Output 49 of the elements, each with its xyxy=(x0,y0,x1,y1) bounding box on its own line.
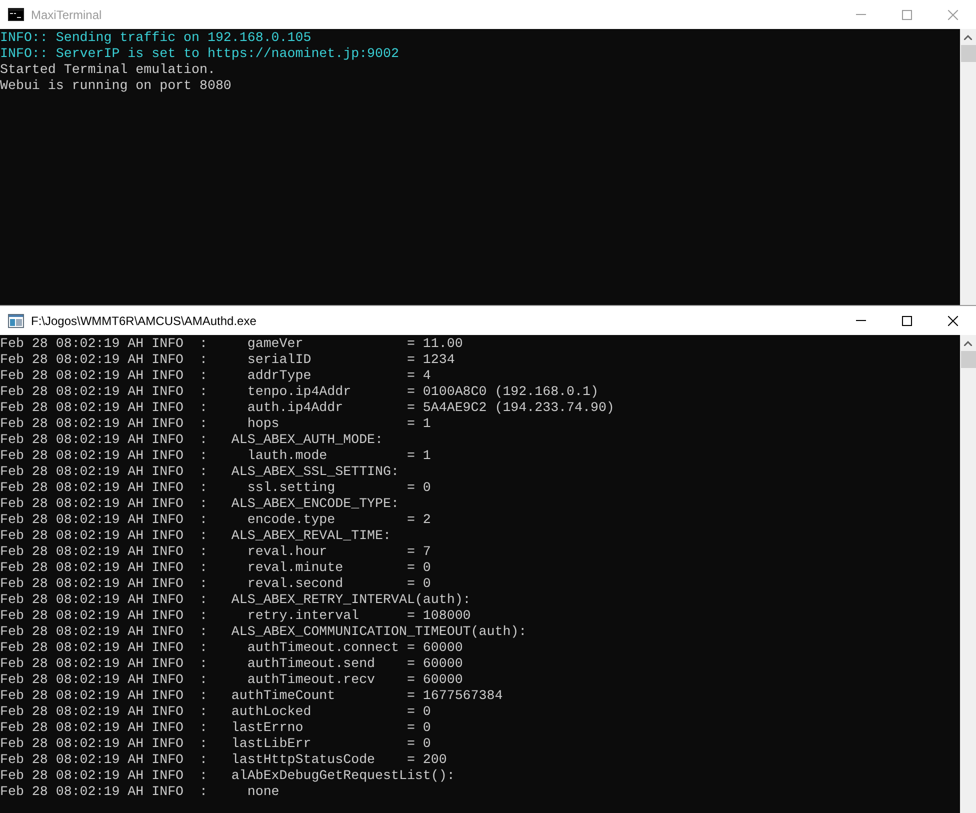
console-line: INFO:: ServerIP is set to https://naominet.jp:9002 xyxy=(0,46,399,62)
close-icon xyxy=(948,316,958,326)
console-line: Feb 28 08:02:19 AH INFO : reval.second = 0 xyxy=(0,576,431,592)
console-line: Started Terminal emulation. xyxy=(0,62,216,78)
console-icon xyxy=(8,8,24,21)
console-line: Feb 28 08:02:19 AH INFO : ALS_ABEX_ENCODE_TYPE: xyxy=(0,496,399,512)
console-line: Feb 28 08:02:19 AH INFO : gameVer = 11.00 xyxy=(0,336,463,352)
maximize-icon xyxy=(902,10,912,20)
console-line: Feb 28 08:02:19 AH INFO : auth.ip4Addr = 5A4AE9C2 (194.233.74.90) xyxy=(0,400,614,416)
console-line: Feb 28 08:02:19 AH INFO : lastLibErr = 0 xyxy=(0,736,431,752)
console-line: Feb 28 08:02:19 AH INFO : authLocked = 0 xyxy=(0,704,431,720)
console-line: Feb 28 08:02:19 AH INFO : lastErrno = 0 xyxy=(0,720,431,736)
console-line: Feb 28 08:02:19 AH INFO : authTimeout.send = 60000 xyxy=(0,656,463,672)
console-line: Feb 28 08:02:19 AH INFO : none xyxy=(0,784,280,800)
minimize-icon xyxy=(856,320,866,321)
console-line: Feb 28 08:02:19 AH INFO : authTimeCount = 1677567384 xyxy=(0,688,503,704)
console-line: Feb 28 08:02:19 AH INFO : lastHttpStatusCode = 200 xyxy=(0,752,447,768)
scrollbar[interactable] xyxy=(960,335,976,813)
scrollbar[interactable] xyxy=(960,29,976,305)
console-line: Feb 28 08:02:19 AH INFO : authTimeout.recv = 60000 xyxy=(0,672,463,688)
console-line: Webui is running on port 8080 xyxy=(0,78,232,94)
scrollbar-thumb[interactable] xyxy=(960,351,976,368)
app-window-icon xyxy=(8,314,24,328)
console-line: INFO:: Sending traffic on 192.168.0.105 xyxy=(0,30,312,46)
console-line: Feb 28 08:02:19 AH INFO : serialID = 1234 xyxy=(0,352,455,368)
console-line: Feb 28 08:02:19 AH INFO : encode.type = 2 xyxy=(0,512,431,528)
window-title: F:\Jogos\WMMT6R\AMCUS\AMAuthd.exe xyxy=(31,312,256,330)
console-line: Feb 28 08:02:19 AH INFO : ALS_ABEX_REVAL_TIME: xyxy=(0,528,391,544)
console-line: Feb 28 08:02:19 AH INFO : hops = 1 xyxy=(0,416,431,432)
scroll-up-icon[interactable] xyxy=(964,341,972,346)
console-line: Feb 28 08:02:19 AH INFO : ALS_ABEX_AUTH_MODE: xyxy=(0,432,384,448)
console-line: Feb 28 08:02:19 AH INFO : retry.interval = 108000 xyxy=(0,608,471,624)
maximize-icon xyxy=(902,316,912,326)
console-line: Feb 28 08:02:19 AH INFO : ALS_ABEX_RETRY_INTERVAL(auth): xyxy=(0,592,471,608)
console-line: Feb 28 08:02:19 AH INFO : authTimeout.connect = 60000 xyxy=(0,640,463,656)
console-line: Feb 28 08:02:19 AH INFO : tenpo.ip4Addr = 0100A8C0 (192.168.0.1) xyxy=(0,384,598,400)
close-icon xyxy=(948,10,958,20)
scrollbar-thumb[interactable] xyxy=(960,45,976,62)
console-line: Feb 28 08:02:19 AH INFO : reval.hour = 7 xyxy=(0,544,431,560)
console-line: Feb 28 08:02:19 AH INFO : addrType = 4 xyxy=(0,368,431,384)
console-line: Feb 28 08:02:19 AH INFO : reval.minute = 0 xyxy=(0,560,431,576)
scroll-up-icon[interactable] xyxy=(964,35,972,40)
console-line: Feb 28 08:02:19 AH INFO : ssl.setting = 0 xyxy=(0,480,431,496)
console-line: Feb 28 08:02:19 AH INFO : ALS_ABEX_SSL_SETTING: xyxy=(0,464,399,480)
console-line: Feb 28 08:02:19 AH INFO : alAbExDebugGetRequestList(): xyxy=(0,768,455,784)
minimize-icon xyxy=(856,14,866,15)
console-line: Feb 28 08:02:19 AH INFO : lauth.mode = 1 xyxy=(0,448,431,464)
console-line: Feb 28 08:02:19 AH INFO : ALS_ABEX_COMMUNICATION_TIMEOUT(auth): xyxy=(0,624,527,640)
window-title: MaxiTerminal xyxy=(31,6,102,24)
